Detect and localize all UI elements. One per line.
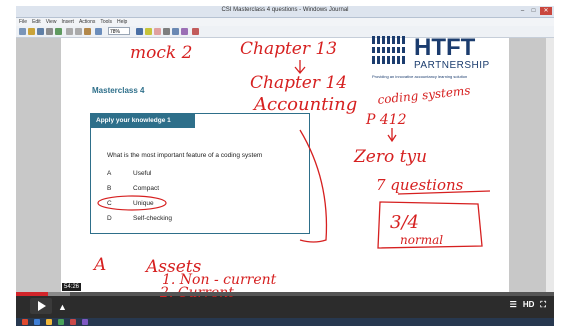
hw-zero-tyu: Zero tyu (353, 147, 427, 167)
hw-circle-answer (97, 195, 167, 211)
progress-bar[interactable] (16, 292, 554, 296)
hw-accounting: Accounting (252, 94, 357, 115)
handwriting-layer: mock 2 Chapter 13 Chapter 14 Accounting … (92, 39, 491, 301)
hw-chapter-13: Chapter 13 (240, 39, 337, 59)
hw-normal: normal (400, 233, 443, 247)
hw-page-ref: P 412 (365, 112, 407, 128)
time-tooltip: 54:26 (62, 283, 82, 291)
hw-a: A (92, 255, 106, 275)
settings-icon[interactable]: ☰ (510, 300, 517, 310)
taskbar-app-icon[interactable] (46, 319, 52, 325)
hw-questions: 7 questions (376, 176, 464, 194)
fullscreen-button[interactable]: ⛶ (540, 300, 546, 310)
taskbar-app-icon[interactable] (58, 319, 64, 325)
hw-mock: mock 2 (130, 43, 192, 63)
hw-arrow-down-2 (387, 128, 397, 143)
hw-coding-systems: coding systems (377, 83, 471, 107)
start-icon[interactable] (22, 319, 28, 325)
taskbar (16, 318, 554, 326)
progress-buffer (48, 292, 70, 296)
hw-bracket (299, 129, 328, 243)
progress-fill (16, 292, 49, 296)
player-right-controls: ☰ HD ⛶ (510, 300, 546, 310)
hw-chapter-14: Chapter 14 (250, 73, 347, 93)
taskbar-app-icon[interactable] (82, 319, 88, 325)
hd-button[interactable]: HD (523, 300, 535, 310)
taskbar-app-icon[interactable] (34, 319, 40, 325)
hw-fraction: 3/4 (390, 212, 419, 233)
play-button[interactable] (30, 298, 52, 314)
taskbar-app-icon[interactable] (70, 319, 76, 325)
hw-arrow-down (294, 60, 306, 75)
volume-icon[interactable]: ▲ (58, 302, 70, 312)
